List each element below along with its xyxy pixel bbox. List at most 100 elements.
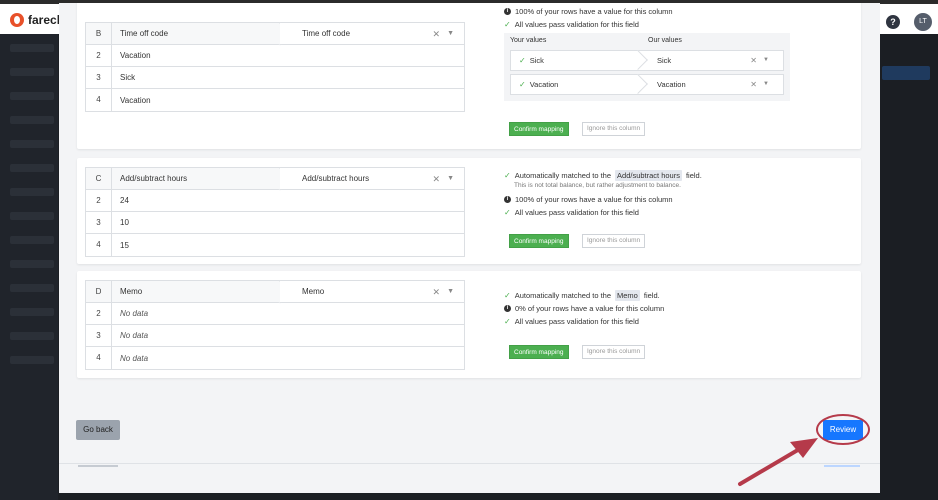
row-number: 2 — [86, 45, 112, 66]
row-number: 4 — [86, 89, 112, 111]
ignore-column-button[interactable]: Ignore this column — [582, 345, 646, 359]
clear-icon[interactable]: ✕ — [432, 281, 440, 303]
validation-text: All values pass validation for this fiel… — [514, 317, 639, 326]
row-value: Vacation — [120, 51, 151, 60]
row-number: 3 — [86, 212, 112, 233]
column-header: Time off code — [112, 23, 280, 44]
chevron-down-icon[interactable]: ▼ — [763, 51, 769, 70]
mapping-card-add-subtract-hours: C Add/subtract hours Add/subtract hours … — [77, 158, 861, 264]
your-value-text: Vacation — [529, 80, 559, 89]
our-value-select[interactable]: Sick — [657, 51, 671, 70]
matched-field-tag: Memo — [615, 290, 640, 301]
sidebar-item[interactable] — [10, 44, 54, 52]
confirm-mapping-button[interactable]: Confirm mapping — [509, 234, 569, 248]
info-valid-line: ✓ All values pass validation for this fi… — [504, 315, 664, 328]
check-icon: ✓ — [504, 317, 511, 326]
column-header: Add/subtract hours — [112, 168, 280, 189]
sidebar-item[interactable] — [10, 236, 54, 244]
mapping-info: i 100% of your rows have a value for thi… — [504, 5, 673, 31]
clear-icon[interactable]: ✕ — [750, 51, 757, 70]
column-letter: B — [86, 23, 112, 44]
validation-text: All values pass validation for this fiel… — [514, 20, 639, 29]
row-number: 3 — [86, 67, 112, 88]
clear-icon[interactable]: ✕ — [750, 75, 757, 94]
ignore-column-button[interactable]: Ignore this column — [582, 122, 646, 136]
your-value: ✓ Sick — [511, 51, 647, 70]
table-row: 4 15 — [86, 234, 464, 256]
go-back-button[interactable]: Go back — [76, 420, 120, 440]
chevron-down-icon[interactable]: ▼ — [763, 75, 769, 94]
sidebar-item[interactable] — [10, 116, 54, 124]
column-letter: C — [86, 168, 112, 189]
clear-icon[interactable]: ✕ — [432, 168, 440, 190]
sidebar-item[interactable] — [10, 356, 54, 364]
check-icon: ✓ — [519, 80, 526, 89]
value-mapping-row: ✓ Sick Sick ✕ ▼ — [510, 50, 784, 71]
sidebar-item[interactable] — [10, 92, 54, 100]
logo-icon — [10, 13, 24, 27]
sidebar-item[interactable] — [10, 212, 54, 220]
row-value: Sick — [120, 73, 136, 82]
chevron-down-icon[interactable]: ▼ — [447, 281, 454, 303]
clear-icon[interactable]: ✕ — [432, 23, 440, 45]
info-valid-line: ✓ All values pass validation for this fi… — [504, 206, 702, 219]
sidebar-item[interactable] — [10, 284, 54, 292]
row-value: 10 — [120, 218, 129, 227]
table-row: 3 Sick — [86, 67, 464, 89]
check-icon: ✓ — [504, 208, 511, 217]
column-preview-table: B Time off code Time off code ✕ ▼ 2 Vaca… — [85, 22, 465, 112]
footer-divider — [59, 463, 880, 464]
our-value-select[interactable]: Vacation — [657, 75, 686, 94]
field-select-value: Memo — [302, 287, 325, 296]
sidebar-item[interactable] — [10, 164, 54, 172]
ignore-column-button[interactable]: Ignore this column — [582, 234, 646, 248]
sidebar-item[interactable] — [10, 260, 54, 268]
footer-button-edge — [824, 465, 860, 467]
confirm-mapping-button[interactable]: Confirm mapping — [509, 122, 569, 136]
column-preview-table: D Memo Memo ✕ ▼ 2 No data 3 No data 4 No… — [85, 280, 465, 370]
table-header-row: D Memo Memo ✕ ▼ — [86, 281, 464, 303]
info-rows-line: i 0% of your rows have a value for this … — [504, 302, 664, 315]
sidebar-item[interactable] — [10, 140, 54, 148]
table-header-row: B Time off code Time off code ✕ ▼ — [86, 23, 464, 45]
annotation-highlight-ring — [816, 414, 870, 445]
field-select[interactable]: Add/subtract hours ✕ ▼ — [280, 168, 464, 189]
matched-text: Automatically matched to the — [514, 291, 612, 300]
info-icon: i — [504, 196, 511, 203]
help-icon[interactable]: ? — [886, 15, 900, 29]
field-description: This is not total balance, but rather ad… — [514, 182, 681, 189]
field-select-value: Add/subtract hours — [302, 174, 370, 183]
matched-field-tag: Add/subtract hours — [615, 170, 682, 181]
mapping-card-memo: D Memo Memo ✕ ▼ 2 No data 3 No data 4 No… — [77, 271, 861, 378]
app-logo[interactable]: farecl — [10, 13, 60, 27]
sidebar-item[interactable] — [10, 308, 54, 316]
sidebar-item[interactable] — [10, 332, 54, 340]
avatar[interactable]: LT — [914, 13, 932, 31]
field-select[interactable]: Memo ✕ ▼ — [280, 281, 464, 302]
confirm-mapping-button[interactable]: Confirm mapping — [509, 345, 569, 359]
sidebar-item[interactable] — [10, 188, 54, 196]
row-number: 4 — [86, 347, 112, 369]
rows-percentage-text: 100% of your rows have a value for this … — [515, 7, 673, 16]
footer-button-edge — [78, 465, 118, 467]
row-number: 2 — [86, 303, 112, 324]
field-select[interactable]: Time off code ✕ ▼ — [280, 23, 464, 44]
matched-text: Automatically matched to the — [514, 171, 612, 180]
info-icon: i — [504, 8, 511, 15]
check-icon: ✓ — [504, 171, 511, 180]
mapping-info: ✓ Automatically matched to the Memo fiel… — [504, 289, 664, 328]
row-value: 15 — [120, 240, 129, 250]
chevron-down-icon[interactable]: ▼ — [447, 168, 454, 190]
column-header: Memo — [112, 281, 280, 302]
info-rows-line: i 100% of your rows have a value for thi… — [504, 193, 702, 206]
column-mapping-modal: B Time off code Time off code ✕ ▼ 2 Vaca… — [59, 3, 880, 493]
table-row: 2 No data — [86, 303, 464, 325]
sidebar-item[interactable] — [10, 68, 54, 76]
matched-line: ✓ Automatically matched to the Memo fiel… — [504, 289, 664, 302]
check-icon: ✓ — [504, 20, 511, 29]
row-value: Vacation — [120, 95, 151, 105]
chevron-down-icon[interactable]: ▼ — [447, 23, 454, 45]
mapping-card-time-off-code: B Time off code Time off code ✕ ▼ 2 Vaca… — [77, 3, 861, 149]
table-header-row: C Add/subtract hours Add/subtract hours … — [86, 168, 464, 190]
your-value-text: Sick — [529, 56, 544, 65]
